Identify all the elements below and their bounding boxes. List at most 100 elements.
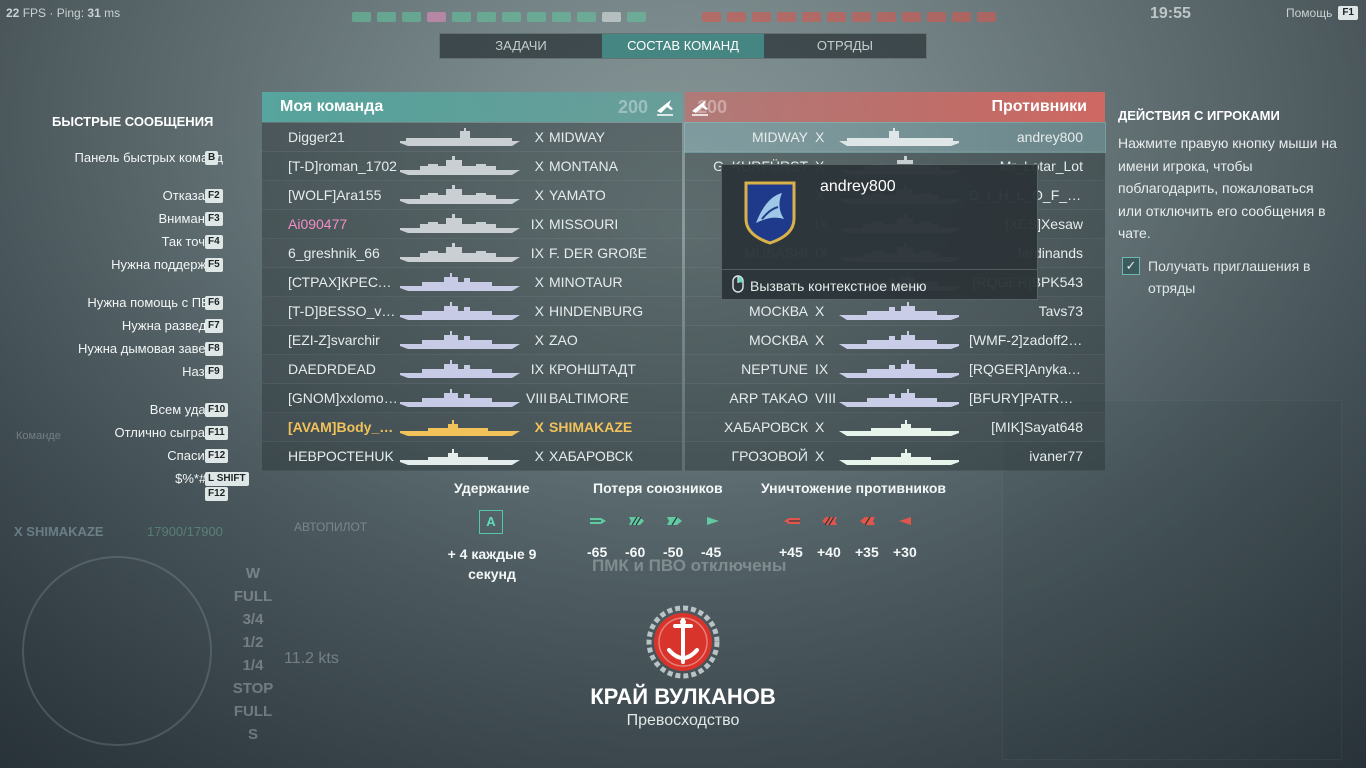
cruiser-ship-icon (837, 359, 961, 379)
player-name[interactable]: Digger21 (262, 129, 398, 145)
map-name: КРАЙ ВУЛКАНОВ (590, 684, 776, 709)
ally-player-row[interactable]: Ai090477 IX MISSOURI (262, 210, 682, 239)
player-name[interactable]: ivaner77 (969, 448, 1105, 464)
speed-mark: 1/2 (242, 634, 264, 651)
ship-name: КРОНШТАДТ (549, 361, 636, 377)
ship-tier: IX (815, 361, 829, 377)
score-ally-loss-battleship: -60 (625, 544, 646, 560)
help-hint[interactable]: Помощь F1 (1286, 6, 1358, 20)
ship-name: ХАБАРОВСК (549, 448, 633, 464)
cruiser-ship-icon (398, 388, 522, 408)
ally-player-row[interactable]: [EZI-Z]svarchir X ZAO (262, 326, 682, 355)
ally-player-row[interactable]: [СТРАХ]КРЕСТОНОС... X MINOTAUR (262, 268, 682, 297)
tab-divisions[interactable]: ОТРЯДЫ (764, 34, 926, 58)
player-name[interactable]: [WOLF]Ara155 (262, 187, 398, 203)
score-ally-loss-cruiser: -50 (663, 544, 684, 560)
ship-tier: IX (530, 361, 544, 377)
ally-player-row[interactable]: НЕВРОСТЕНUK X ХАБАРОВСК (262, 442, 682, 471)
enemy-team-title: Противники (991, 98, 1088, 115)
player-name[interactable]: Tavs73 (969, 303, 1105, 319)
player-name[interactable]: НЕВРОСТЕНUK (262, 448, 398, 464)
cruiser-ship-icon (398, 359, 522, 379)
player-actions-title: ДЕЙСТВИЯ С ИГРОКАМИ (1118, 108, 1280, 123)
player-name[interactable]: [BFURY]PATRON_12... (969, 390, 1105, 406)
ship-tier: IX (530, 216, 544, 232)
score-ally-loss-destroyer: -45 (701, 544, 722, 560)
ally-player-row[interactable]: [T-D]roman_1702 X MONTANA (262, 152, 682, 181)
capture-point-icon: A (479, 510, 503, 534)
carrier-ship-icon (837, 127, 961, 147)
cruiser-ship-icon (398, 330, 522, 350)
ally-player-row[interactable]: Digger21 X MIDWAY (262, 123, 682, 152)
cruiser-ship-icon (837, 388, 961, 408)
division-invites-checkbox[interactable]: ✓ Получать приглашения в отряды (1122, 255, 1318, 299)
quick-message-item[interactable]: Нужна помощь с ПВО! (87, 295, 223, 310)
ally-player-row[interactable]: [T-D]BESSO_voin X HINDENBURG (262, 297, 682, 326)
aa-notice: ПМК и ПВО отключены (592, 556, 787, 575)
clan-emblem-icon (742, 179, 798, 245)
enemy-player-row[interactable]: NEPTUNE IX [RQGER]AnykaNaka7... (685, 355, 1105, 384)
tab-team-composition[interactable]: СОСТАВ КОМАНД (602, 34, 764, 58)
ally-player-row[interactable]: [GNOM]xxlomomxx VIII BALTIMORE (262, 384, 682, 413)
ship-name: ARP TAKAO (729, 390, 808, 406)
player-name[interactable]: [RQGER]AnykaNaka7... (969, 361, 1105, 377)
player-name[interactable]: DAEDRDEAD (262, 361, 398, 377)
player-name[interactable]: [EZI-Z]svarchir (262, 332, 398, 348)
ship-name: F. DER GROßE (549, 245, 648, 261)
player-name[interactable]: [T-D]roman_1702 (262, 158, 398, 174)
enemy-player-row[interactable]: МОСКВА X [WMF-2]zadoff2014 (685, 326, 1105, 355)
ship-name: MIDWAY (752, 129, 808, 145)
speed-mark: FULL (233, 703, 273, 720)
battle-timer: 19:55 (1150, 5, 1191, 22)
player-name[interactable]: [MIK]Sayat648 (969, 419, 1105, 435)
player-name[interactable]: Ai090477 (262, 216, 398, 232)
hotkey-badge: F3 (205, 212, 223, 226)
player-name[interactable]: 6_greshnik_66 (262, 245, 398, 261)
player-name[interactable]: [GNOM]xxlomomxx (262, 390, 398, 406)
context-menu-label: Вызвать контекстное меню (750, 277, 927, 294)
player-name[interactable]: andrey800 (969, 129, 1105, 145)
ally-player-row[interactable]: 6_greshnik_66 IX F. DER GROßE (262, 239, 682, 268)
help-label: Помощь (1285, 6, 1333, 20)
ship-tier: X (534, 274, 544, 290)
enemy-player-row[interactable]: ХАБАРОВСК X [MIK]Sayat648 (685, 413, 1105, 442)
destroyer-ship-icon (837, 446, 961, 466)
quick-message-item[interactable]: Нужна дымовая завеса! (78, 341, 223, 356)
ally-player-row[interactable]: [WOLF]Ara155 X YAMATO (262, 181, 682, 210)
ship-name: SHIMAKAZE (549, 419, 633, 435)
ally-destroyer-icon (703, 514, 719, 526)
ally-team-score: 200 (617, 96, 648, 117)
hotkey-badge: F11 (205, 426, 228, 440)
ally-player-row[interactable]: [AVAM]Body_Bag X SHIMAKAZE (262, 413, 682, 442)
player-name[interactable]: [T-D]BESSO_voin (262, 303, 398, 319)
ally-team-title: Моя команда (280, 98, 384, 115)
score-enemy-kill-title: Уничтожение противников (761, 480, 946, 496)
quick-message-item[interactable]: Панель быстрых команд (75, 150, 223, 165)
context-menu-hint[interactable]: Вызвать контекстное меню (732, 275, 927, 296)
player-name[interactable]: [WMF-2]zadoff2014 (969, 332, 1105, 348)
cruiser-ship-icon (398, 272, 522, 292)
ally-player-row[interactable]: DAEDRDEAD IX КРОНШТАДТ (262, 355, 682, 384)
carrier-plane-icon (654, 96, 676, 118)
ship-tier: X (815, 303, 825, 319)
division-invites-label: Получать приглашения в отряды (1148, 258, 1311, 296)
autopilot-label: АВТОПИЛОТ (294, 520, 368, 534)
own-ship-label: X SHIMAKAZE (14, 524, 104, 539)
hotkey-badge: F4 (205, 235, 223, 249)
enemy-player-row[interactable]: МОСКВА X Tavs73 (685, 297, 1105, 326)
ally-cruiser-icon (665, 514, 682, 526)
player-name[interactable]: [AVAM]Body_Bag (262, 419, 398, 435)
battleship-ship-icon (398, 214, 522, 234)
ship-name: YAMATO (549, 187, 606, 203)
ship-tier: X (815, 448, 825, 464)
enemy-player-row[interactable]: ГРОЗОВОЙ Xivaner77 (685, 442, 1105, 471)
tab-bar: ЗАДАЧИ СОСТАВ КОМАНД ОТРЯДЫ (439, 33, 927, 59)
enemy-player-row[interactable]: ARP TAKAO VIII [BFURY]PATRON_12... (685, 384, 1105, 413)
speed-mark: W (245, 565, 261, 582)
destroyer-ship-icon (398, 417, 522, 437)
player-name[interactable]: [СТРАХ]КРЕСТОНОС... (262, 274, 398, 290)
tab-tasks[interactable]: ЗАДАЧИ (440, 34, 602, 58)
score-enemy-kill-carrier: +45 (779, 544, 803, 560)
checkbox-check-icon[interactable]: ✓ (1122, 257, 1140, 275)
enemy-player-row[interactable]: MIDWAY Xandrey800 (684, 122, 1106, 153)
